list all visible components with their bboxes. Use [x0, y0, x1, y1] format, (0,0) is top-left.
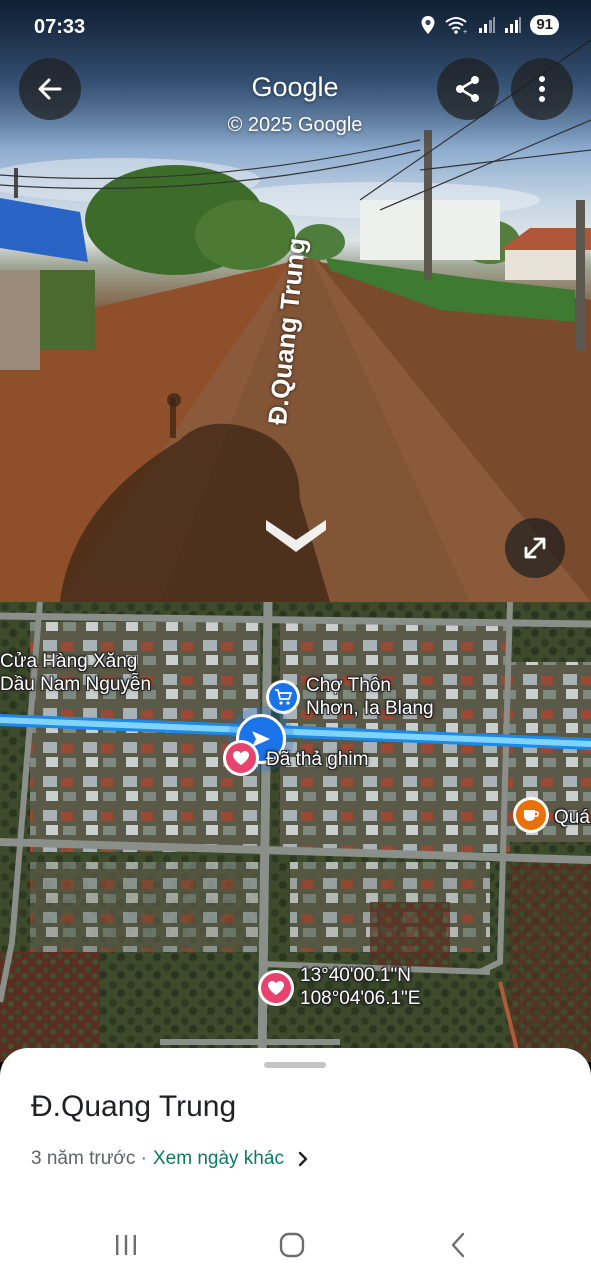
cafe-pin[interactable] — [513, 797, 549, 833]
more-vert-icon — [539, 76, 545, 102]
market-label-text: Chợ Thôn Nhơn, Ia Blang — [306, 675, 434, 719]
home-icon — [279, 1232, 305, 1258]
back-button[interactable] — [19, 58, 81, 120]
gas-station-label[interactable]: Cửa Hàng Xăng Dầu Nam Nguyễn — [0, 650, 151, 696]
coordinates-label[interactable]: 13°40'00.1"N 108°04'06.1"E — [300, 964, 420, 1010]
gas-station-label-text: Cửa Hàng Xăng Dầu Nam Nguyễn — [0, 651, 152, 695]
satellite-map[interactable]: Cửa Hàng Xăng Dầu Nam Nguyễn Chợ Thôn Nh… — [0, 602, 591, 1062]
recents-icon — [116, 1235, 136, 1255]
back-icon — [451, 1232, 465, 1258]
place-title: Đ.Quang Trung — [31, 1090, 237, 1123]
svg-text:+: + — [463, 29, 467, 35]
system-navigation-bar — [0, 1218, 591, 1280]
signal-icon-1 — [479, 17, 496, 33]
capture-date-row: 3 năm trước · Xem ngày khác — [31, 1148, 308, 1170]
chevron-down-icon[interactable] — [262, 512, 330, 556]
dropped-pin[interactable] — [223, 740, 259, 776]
share-icon — [456, 76, 479, 102]
market-label[interactable]: Chợ Thôn Nhơn, Ia Blang — [306, 674, 434, 720]
expand-button[interactable] — [505, 518, 565, 578]
street-view-title: Google — [251, 72, 339, 102]
cafe-label[interactable]: Quá — [554, 806, 590, 829]
status-icons: + 91 — [420, 15, 559, 35]
system-back-button[interactable] — [438, 1230, 478, 1260]
coffee-cup-icon — [516, 800, 546, 830]
expand-icon — [524, 537, 546, 559]
copyright-text: © 2025 Google — [227, 114, 363, 136]
recents-button[interactable] — [106, 1230, 146, 1260]
chevron-right-icon[interactable] — [298, 1151, 308, 1167]
market-pin[interactable] — [266, 680, 300, 714]
more-options-button[interactable] — [511, 58, 573, 120]
dropped-pin-label[interactable]: Đã thả ghim — [266, 748, 368, 771]
signal-icon-2 — [505, 17, 522, 33]
wifi-icon: + — [445, 17, 467, 35]
street-view-panel[interactable]: 07:33 + 91 Google © 2025 Google Đ.Quang … — [0, 0, 591, 602]
share-button[interactable] — [437, 58, 499, 120]
heart-icon — [226, 743, 256, 773]
home-button[interactable] — [272, 1230, 312, 1260]
saved-coordinate-pin[interactable] — [258, 970, 294, 1006]
see-other-dates-link[interactable]: Xem ngày khác — [153, 1148, 284, 1170]
coordinates-text: 13°40'00.1"N 108°04'06.1"E — [300, 965, 421, 1009]
cart-icon — [269, 683, 297, 711]
status-bar: 07:33 + 91 — [0, 0, 591, 56]
drag-handle[interactable] — [264, 1062, 326, 1068]
location-icon — [421, 16, 435, 34]
back-arrow-icon — [38, 78, 62, 100]
capture-age: 3 năm trước · — [31, 1148, 147, 1169]
heart-icon — [261, 973, 291, 1003]
battery-indicator: 91 — [530, 15, 559, 35]
status-time: 07:33 — [34, 16, 86, 38]
